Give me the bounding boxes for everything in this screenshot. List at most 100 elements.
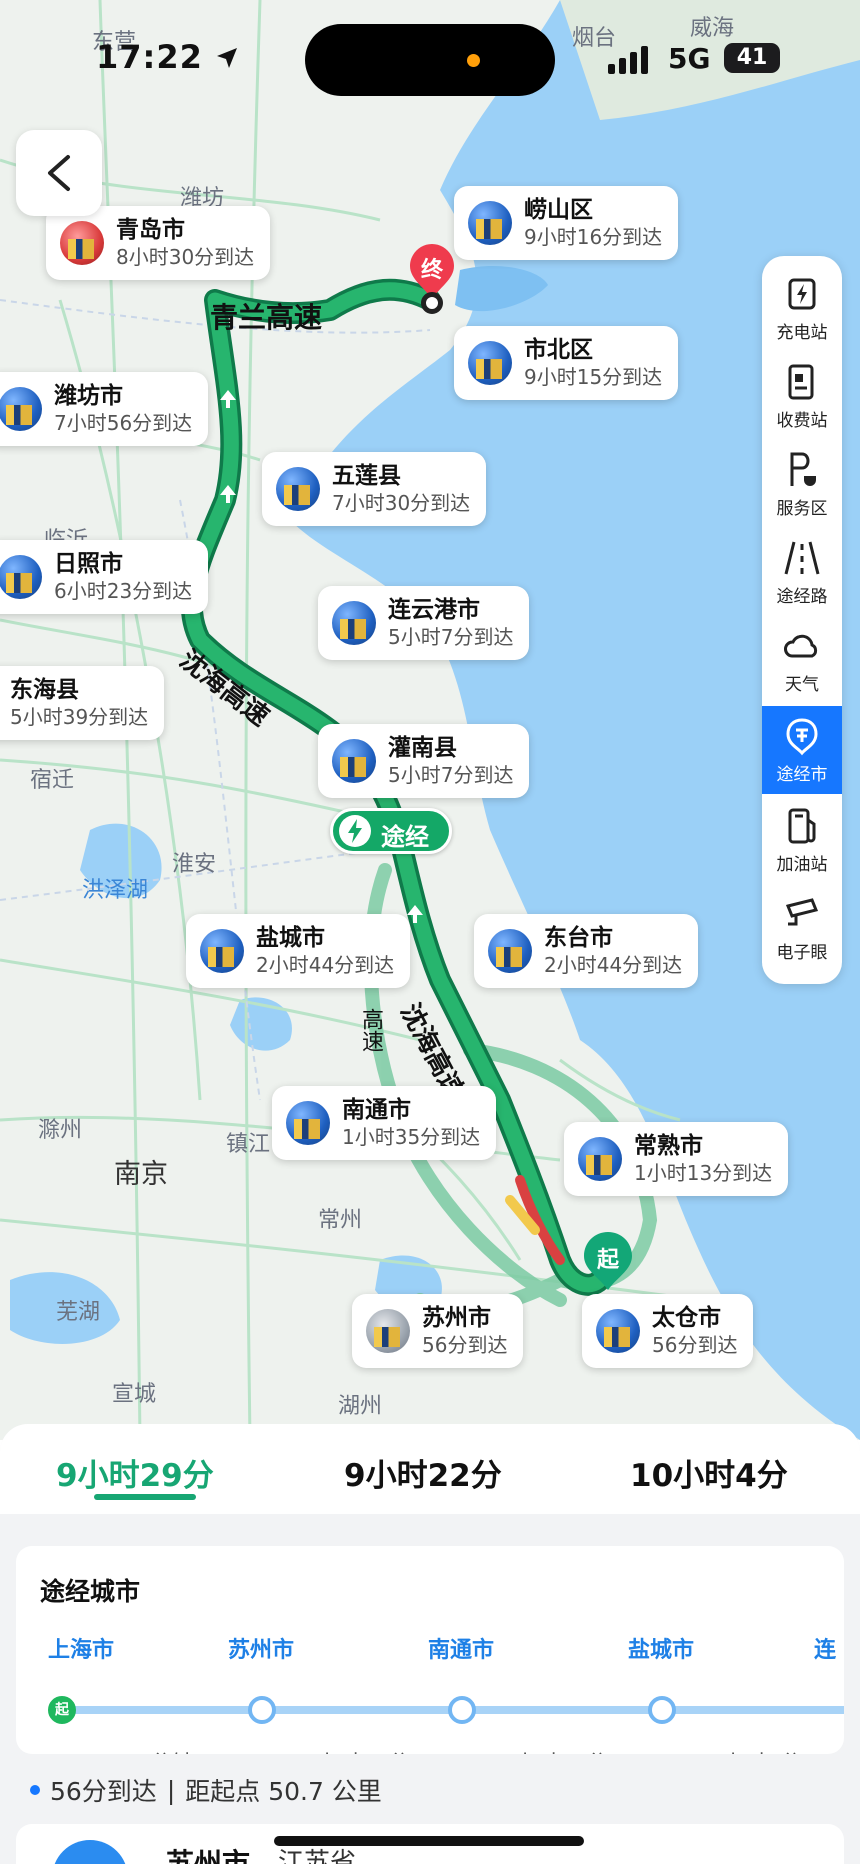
- via-city-name[interactable]: 上海市: [48, 1632, 114, 1664]
- city-bubble-lianyungang[interactable]: 连云港市 5小时7分到达: [318, 586, 530, 660]
- city-bubble-rizhao[interactable]: 日照市 6小时23分到达: [0, 540, 209, 614]
- chevron-left-icon: [48, 155, 70, 191]
- city-bubble-taicang[interactable]: 太仓市 56分到达: [582, 1294, 754, 1368]
- city-bubble-yancheng[interactable]: 盐城市 2小时44分到达: [186, 914, 411, 988]
- route-tab-1[interactable]: 9小时29分: [56, 1450, 214, 1495]
- tool-label: 电子眼: [776, 942, 828, 963]
- tool-gas-station[interactable]: 加油站: [762, 796, 842, 884]
- city-bubble-guannan[interactable]: 灌南县 5小时7分到达: [318, 724, 530, 798]
- city-name: 东海县: [10, 677, 79, 703]
- city-bubble-changshu[interactable]: 常熟市 1小时13分到达: [564, 1122, 789, 1196]
- place-label: 滁州: [38, 1118, 83, 1143]
- signal-icon: [608, 46, 648, 74]
- via-marker-label: 途经: [381, 823, 429, 851]
- tool-camera[interactable]: 电子眼: [762, 884, 842, 972]
- city-name: 市北区: [524, 337, 593, 363]
- city-avatar-icon: [0, 387, 42, 431]
- via-city-node-start[interactable]: 起: [48, 1696, 76, 1724]
- city-avatar-icon: [468, 341, 512, 385]
- tool-service-area[interactable]: 服务区: [762, 440, 842, 528]
- toll-station-icon: [788, 364, 814, 399]
- city-arrival-time: 7小时56分到达: [54, 411, 193, 435]
- route-tabs: 9小时29分 9小时22分 10小时4分: [0, 1424, 860, 1514]
- city-avatar-icon: [332, 739, 376, 783]
- end-point-dot: [421, 292, 443, 314]
- start-marker[interactable]: 起: [584, 1232, 632, 1290]
- city-bubble-weifang[interactable]: 潍坊市 7小时56分到达: [0, 372, 209, 446]
- tool-via-city[interactable]: 途经市: [762, 706, 842, 794]
- city-name: 日照市: [54, 551, 123, 577]
- city-arrival-time: 8小时30分到达: [116, 245, 255, 269]
- segment-duration: 5小时7分: [708, 1746, 802, 1754]
- via-city-name[interactable]: 苏州市: [228, 1632, 294, 1664]
- city-bubble-shibei[interactable]: 市北区 9小时15分到达: [454, 326, 679, 400]
- city-bubble-laoshan[interactable]: 崂山区 9小时16分到达: [454, 186, 679, 260]
- via-charging-marker[interactable]: 途经: [330, 808, 452, 854]
- end-marker-label: 终: [420, 258, 443, 283]
- start-marker-label: 起: [596, 1248, 619, 1273]
- tool-charging-station[interactable]: 充电站: [762, 264, 842, 352]
- city-name: 崂山区: [524, 197, 593, 223]
- tool-via-road[interactable]: 途经路: [762, 528, 842, 616]
- via-cities-title: 途经城市: [40, 1577, 141, 1606]
- back-button[interactable]: [16, 130, 102, 216]
- place-label: 常州: [318, 1208, 363, 1233]
- battery-indicator: 41: [724, 43, 780, 73]
- city-bubble-donghai[interactable]: 东海县 5小时39分到达: [0, 666, 165, 740]
- home-indicator[interactable]: [274, 1836, 584, 1846]
- city-bubble-dongtai[interactable]: 东台市 2小时44分到达: [474, 914, 699, 988]
- city-avatar-icon: [276, 467, 320, 511]
- city-bubble-suzhou[interactable]: 苏州市 56分到达: [352, 1294, 524, 1368]
- city-bubble-wulian[interactable]: 五莲县 7小时30分到达: [262, 452, 487, 526]
- city-avatar-icon: [366, 1309, 410, 1353]
- city-detail-avatar: [52, 1840, 128, 1864]
- service-area-icon: [790, 452, 816, 486]
- via-road-icon: [784, 541, 820, 574]
- route-tab-2[interactable]: 9小时22分: [344, 1450, 502, 1495]
- via-city-node[interactable]: [448, 1696, 476, 1724]
- city-name: 太仓市: [652, 1305, 721, 1331]
- distance-text: 距起点 50.7 公里: [185, 1777, 382, 1806]
- city-avatar-icon: [60, 221, 104, 265]
- place-label: 宿迁: [30, 768, 75, 793]
- route-tab-3[interactable]: 10小时4分: [630, 1450, 788, 1495]
- via-city-name[interactable]: 连: [814, 1632, 836, 1664]
- bullet-dot-icon: [30, 1785, 40, 1795]
- city-arrival-time: 1小时35分到达: [342, 1125, 481, 1149]
- city-arrival-time: 5小时39分到达: [10, 705, 149, 729]
- place-label: 镇江: [226, 1132, 271, 1157]
- city-bubble-qingdao[interactable]: 青岛市 8小时30分到达: [46, 206, 271, 280]
- city-name: 东台市: [544, 925, 613, 951]
- city-arrival-time: 2小时44分到达: [256, 953, 395, 977]
- city-name: 南通市: [342, 1097, 411, 1123]
- camera-icon: [785, 897, 819, 925]
- city-avatar-icon: [488, 929, 532, 973]
- city-avatar-icon: [468, 201, 512, 245]
- status-time: 17:22: [96, 38, 239, 76]
- city-arrival-time: 56分到达: [422, 1333, 508, 1357]
- via-city-icon: [786, 717, 818, 755]
- place-label: 南京: [114, 1159, 168, 1190]
- via-city-name[interactable]: 南通市: [428, 1632, 494, 1664]
- charging-station-icon: [788, 278, 816, 309]
- city-name: 青岛市: [116, 217, 185, 243]
- city-name: 连云港市: [388, 597, 480, 623]
- route-sheet: 9小时29分 9小时22分 10小时4分 途经城市 上海市 苏州市 南通市 盐城…: [0, 1424, 860, 1864]
- place-label: 威海: [690, 16, 735, 41]
- city-arrival-time: 9小时15分到达: [524, 365, 663, 389]
- city-arrival-time: 7小时30分到达: [332, 491, 471, 515]
- place-label: 芜湖: [56, 1300, 101, 1325]
- map-view[interactable]: 东营 烟台 威海 潍坊 临沂 宿迁 淮安 洪泽湖 滁州 南京 镇江 常州 芜湖 …: [0, 0, 860, 1440]
- city-bubble-nantong[interactable]: 南通市 1小时35分到达: [272, 1086, 497, 1160]
- city-avatar-icon: [596, 1309, 640, 1353]
- dynamic-island: [305, 24, 555, 96]
- via-city-node[interactable]: [648, 1696, 676, 1724]
- weather-icon: [784, 634, 818, 657]
- city-arrival-time: 2小时44分到达: [544, 953, 683, 977]
- tool-toll-station[interactable]: 收费站: [762, 352, 842, 440]
- via-city-name[interactable]: 盐城市: [628, 1632, 694, 1664]
- tool-weather[interactable]: 天气: [762, 616, 842, 704]
- gas-station-icon: [788, 808, 816, 843]
- via-city-node[interactable]: [248, 1696, 276, 1724]
- summary-separator: |: [166, 1775, 176, 1805]
